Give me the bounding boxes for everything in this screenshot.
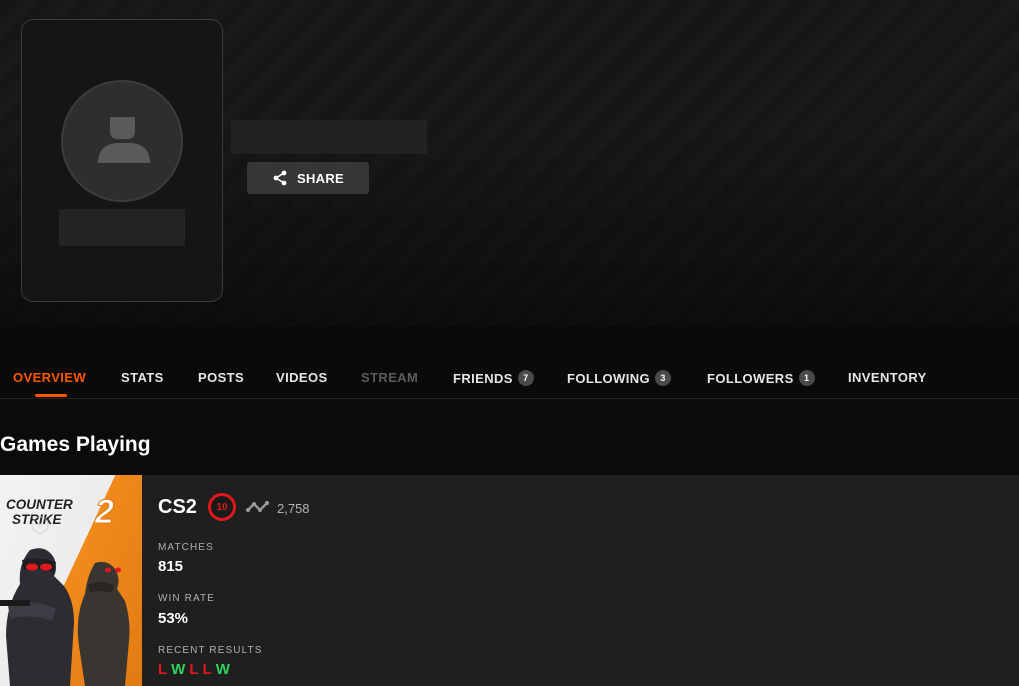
profile-tabs: OVERVIEW STATS POSTS VIDEOS STREAM FRIEN…	[0, 326, 1019, 399]
tab-following[interactable]: FOLLOWING 3	[567, 370, 672, 386]
avatar	[61, 80, 183, 202]
matches-label: MATCHES	[158, 542, 214, 553]
tab-label: FRIENDS	[453, 370, 513, 386]
tab-label: POSTS	[198, 370, 245, 385]
profile-page: SHARE OVERVIEW STATS POSTS VIDEOS STREAM…	[0, 0, 1019, 686]
tab-stream[interactable]: STREAM	[361, 370, 418, 385]
recent-results-label: RECENT RESULTS	[158, 645, 263, 656]
matches-value: 815	[158, 558, 184, 575]
win-rate-value: 53%	[158, 610, 189, 627]
tab-label: FOLLOWERS	[707, 370, 794, 386]
games-playing-heading: Games Playing	[0, 433, 151, 456]
result-item: L	[158, 661, 169, 678]
tab-label: INVENTORY	[848, 370, 927, 385]
result-item: W	[215, 661, 231, 678]
game-cover-art: COUNTER STRIKE 2	[0, 475, 142, 686]
tab-followers[interactable]: FOLLOWERS 1	[707, 370, 815, 386]
tab-posts[interactable]: POSTS	[198, 370, 244, 385]
share-icon	[273, 170, 287, 186]
tab-label: STREAM	[361, 370, 419, 385]
soldiers-illustration	[0, 516, 130, 686]
tab-label: FOLLOWING	[567, 370, 651, 386]
result-item: L	[189, 661, 200, 678]
elo-graph-icon	[246, 501, 269, 512]
active-tab-indicator	[35, 394, 67, 397]
tab-label: OVERVIEW	[13, 370, 87, 385]
username-placeholder	[59, 209, 185, 246]
tab-inventory[interactable]: INVENTORY	[848, 370, 927, 385]
game-name: CS2	[158, 496, 197, 518]
share-button[interactable]: SHARE	[247, 162, 369, 194]
tab-stats[interactable]: STATS	[121, 370, 164, 385]
profile-card	[21, 19, 223, 302]
nickname-placeholder	[231, 120, 427, 154]
tab-label: VIDEOS	[276, 370, 328, 385]
tab-videos[interactable]: VIDEOS	[276, 370, 328, 385]
result-item: W	[171, 661, 187, 678]
win-rate-label: WIN RATE	[158, 593, 215, 604]
result-item: L	[202, 661, 213, 678]
tab-overview[interactable]: OVERVIEW	[13, 370, 86, 385]
share-button-label: SHARE	[296, 170, 344, 186]
user-silhouette-icon	[98, 117, 150, 163]
tab-label: STATS	[121, 370, 164, 385]
skill-level-badge: 10	[208, 493, 236, 521]
following-count-badge: 3	[655, 370, 672, 386]
recent-results: L W L L W	[158, 661, 231, 678]
elo-value: 2,758	[277, 501, 310, 516]
friends-count-badge: 7	[517, 370, 534, 386]
tab-friends[interactable]: FRIENDS 7	[453, 370, 534, 386]
game-card-cs2[interactable]: COUNTER STRIKE 2 CS2 10 2,758 MATCHES 81…	[0, 475, 1019, 686]
followers-count-badge: 1	[798, 370, 815, 386]
